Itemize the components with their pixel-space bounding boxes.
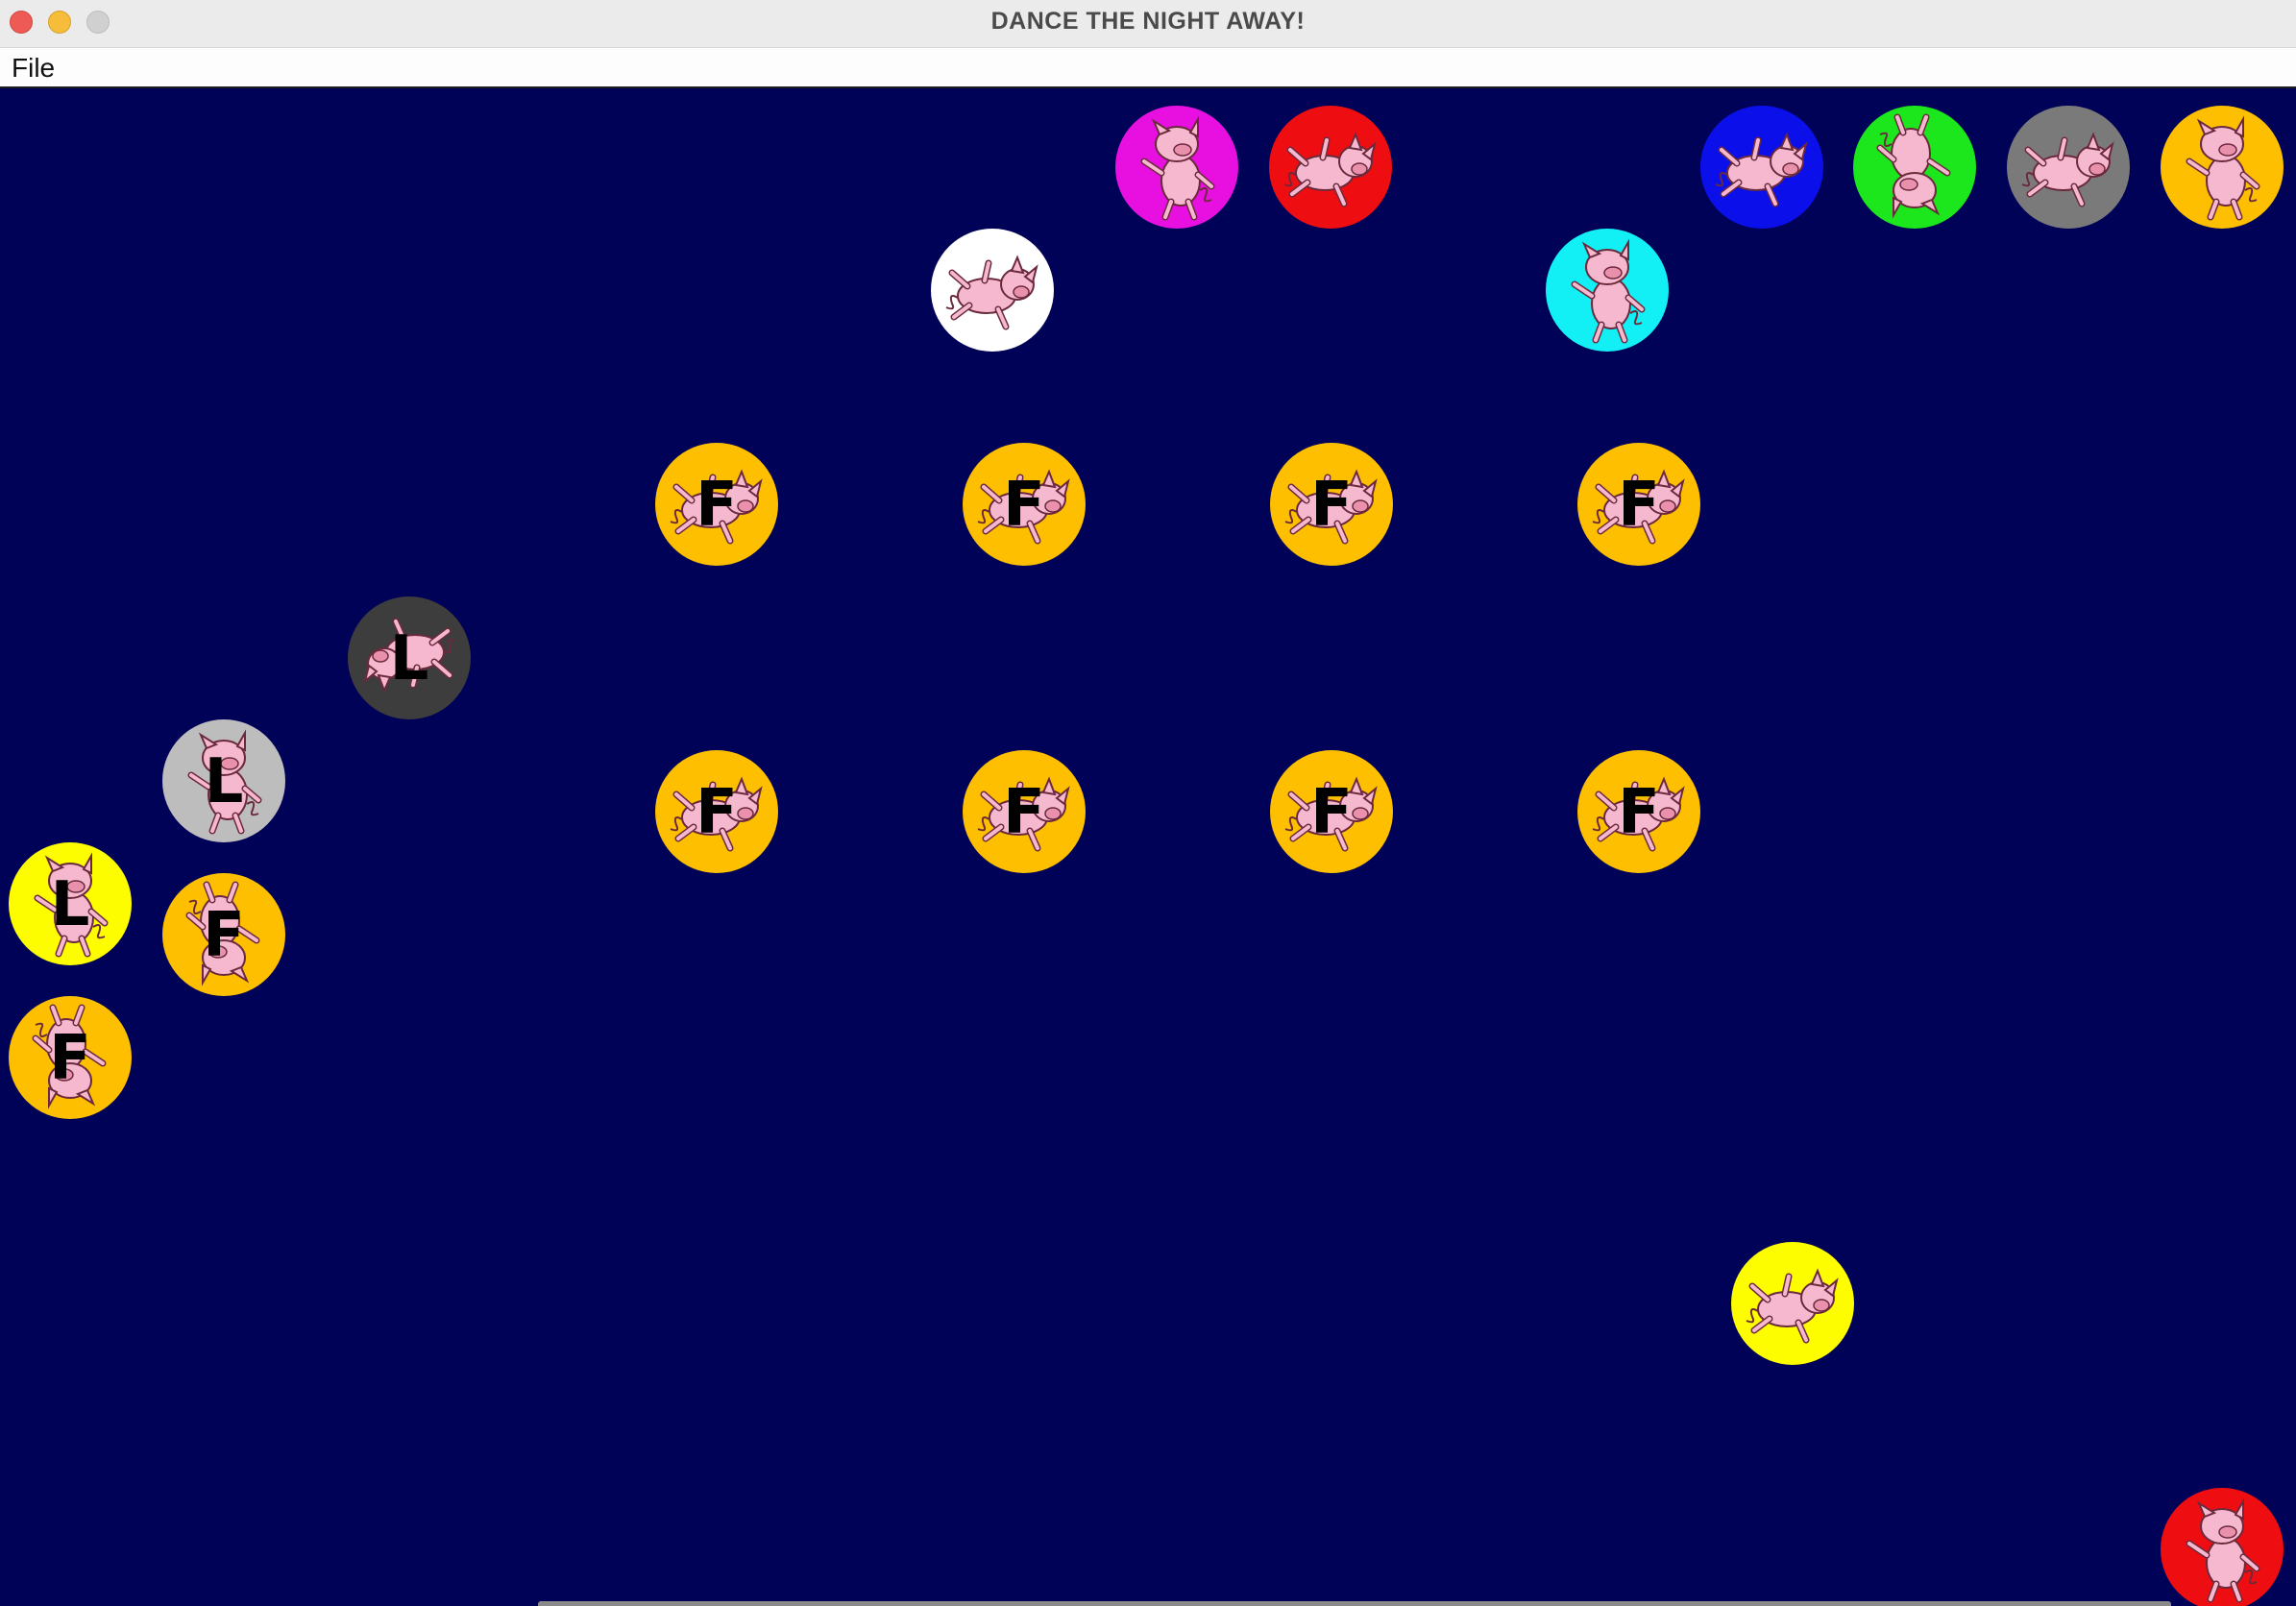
- dancer-token[interactable]: [931, 229, 1054, 352]
- dancer-letter: F: [1310, 777, 1353, 848]
- dancer-letter: F: [203, 900, 245, 971]
- dancer-letter: F: [1618, 470, 1660, 541]
- dancer-token[interactable]: [2161, 106, 2284, 229]
- dancer-token[interactable]: F: [1270, 750, 1393, 873]
- dancer-token[interactable]: F: [162, 873, 285, 996]
- dancer-letter: L: [205, 746, 244, 817]
- dance-floor[interactable]: F F F F L L F F F F L F F: [0, 88, 2296, 1606]
- dancer-letter: F: [1003, 777, 1045, 848]
- dancer-letter: F: [49, 1023, 91, 1094]
- dancer-token[interactable]: F: [1577, 750, 1700, 873]
- dancer-token[interactable]: [1731, 1242, 1854, 1365]
- dancer-letter: F: [696, 470, 738, 541]
- dancer-token[interactable]: [1700, 106, 1823, 229]
- dancer-token[interactable]: F: [963, 750, 1086, 873]
- dancer-token[interactable]: [1546, 229, 1669, 352]
- window-bottom-edge: [538, 1601, 2171, 1606]
- dancer-token[interactable]: L: [162, 719, 285, 842]
- dancer-token[interactable]: F: [655, 750, 778, 873]
- dancer-token[interactable]: L: [9, 842, 132, 965]
- dance-floor-canvas: F F F F L L F F F F L F F: [9, 106, 2284, 1606]
- dancer-letter: F: [1310, 470, 1353, 541]
- dancer-token[interactable]: F: [1577, 443, 1700, 566]
- dancer-token[interactable]: F: [9, 996, 132, 1119]
- dancer-token[interactable]: F: [1270, 443, 1393, 566]
- dancer-letter: F: [696, 777, 738, 848]
- dancer-letter: F: [1618, 777, 1660, 848]
- dancer-letter: L: [390, 623, 429, 694]
- dancer-token[interactable]: L: [348, 596, 471, 719]
- window-title: DANCE THE NIGHT AWAY!: [990, 8, 1306, 35]
- title-bar[interactable]: DANCE THE NIGHT AWAY!: [0, 0, 2296, 48]
- dancer-letter: F: [1003, 470, 1045, 541]
- menu-bar: File: [0, 48, 2296, 88]
- dancer-token[interactable]: F: [963, 443, 1086, 566]
- dancer-token[interactable]: [1115, 106, 1238, 229]
- dancer-token[interactable]: F: [655, 443, 778, 566]
- app-window: DANCE THE NIGHT AWAY! File F F F F L L F F F F L F F: [0, 0, 2296, 1606]
- dancer-token[interactable]: [1853, 106, 1976, 229]
- dancer-letter: L: [51, 869, 90, 940]
- dancer-token[interactable]: [2007, 106, 2130, 229]
- dancer-token[interactable]: [1269, 106, 1392, 229]
- dancer-token[interactable]: [2161, 1488, 2284, 1606]
- menu-file[interactable]: File: [12, 48, 55, 86]
